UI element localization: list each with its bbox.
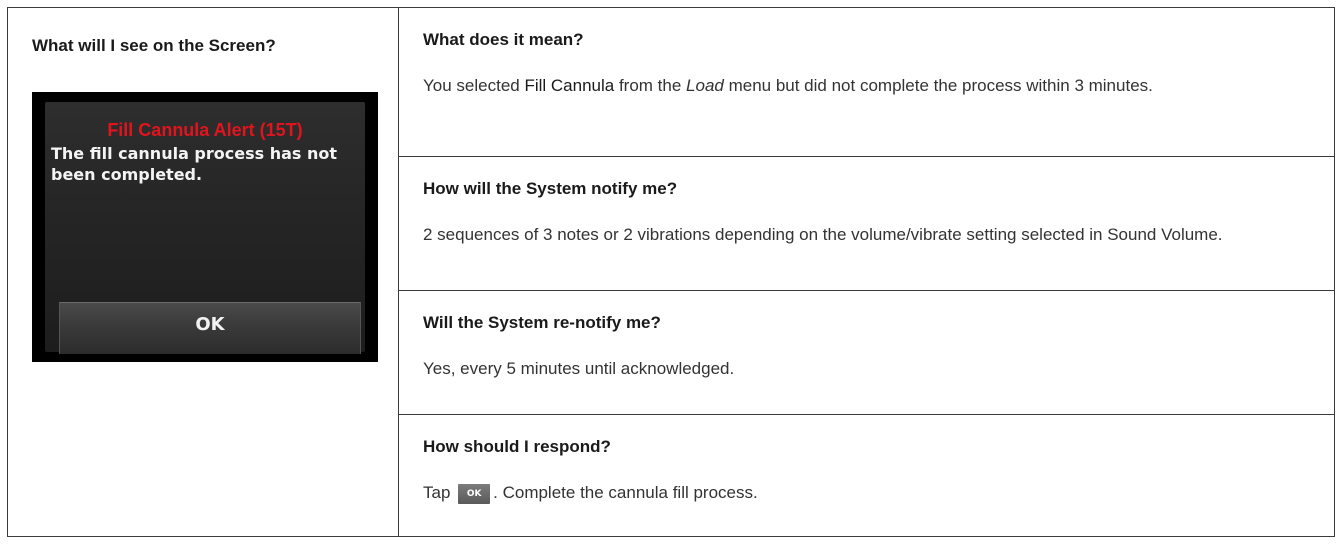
text-fragment: You selected xyxy=(423,76,525,95)
ok-button-icon: OK xyxy=(458,483,491,504)
section-text: 2 sequences of 3 notes or 2 vibrations d… xyxy=(423,225,1223,244)
screen-column-heading: What will I see on the Screen? xyxy=(32,36,276,55)
menu-name: Load xyxy=(686,76,724,95)
section-text: You selected Fill Cannula from the Load … xyxy=(423,74,1304,98)
text-fragment: from the xyxy=(614,76,687,95)
section-heading: Will the System re-notify me? xyxy=(423,313,661,332)
section-heading: How will the System notify me? xyxy=(423,179,678,198)
section-meaning: What does it mean? You selected Fill Can… xyxy=(399,8,1334,157)
screen-column: What will I see on the Screen? Fill Cann… xyxy=(8,8,399,536)
alert-info-table: What will I see on the Screen? Fill Cann… xyxy=(7,7,1335,537)
section-notify: How will the System notify me? 2 sequenc… xyxy=(399,157,1334,291)
alert-message: The fill cannula process has not been co… xyxy=(51,144,338,184)
section-text: Tap OK. Complete the cannula fill proces… xyxy=(423,481,1304,505)
ok-button[interactable]: OK xyxy=(59,302,361,354)
alert-dialog: Fill Cannula Alert (15T) The fill cannul… xyxy=(45,102,365,354)
info-column: What does it mean? You selected Fill Can… xyxy=(399,8,1334,536)
device-screen: Fill Cannula Alert (15T) The fill cannul… xyxy=(32,92,378,362)
text-fragment: . Complete the cannula fill process. xyxy=(493,483,758,502)
section-renotify: Will the System re-notify me? Yes, every… xyxy=(399,291,1334,415)
section-heading: How should I respond? xyxy=(423,437,611,456)
menu-item-name: Fill Cannula xyxy=(524,76,615,95)
text-fragment: menu but did not complete the process wi… xyxy=(723,76,1153,95)
alert-title: Fill Cannula Alert (15T) xyxy=(107,120,303,140)
text-fragment: Tap xyxy=(423,483,456,502)
section-respond: How should I respond? Tap OK. Complete t… xyxy=(399,415,1334,536)
section-text: Yes, every 5 minutes until acknowledged. xyxy=(423,359,735,378)
section-heading: What does it mean? xyxy=(423,30,584,49)
